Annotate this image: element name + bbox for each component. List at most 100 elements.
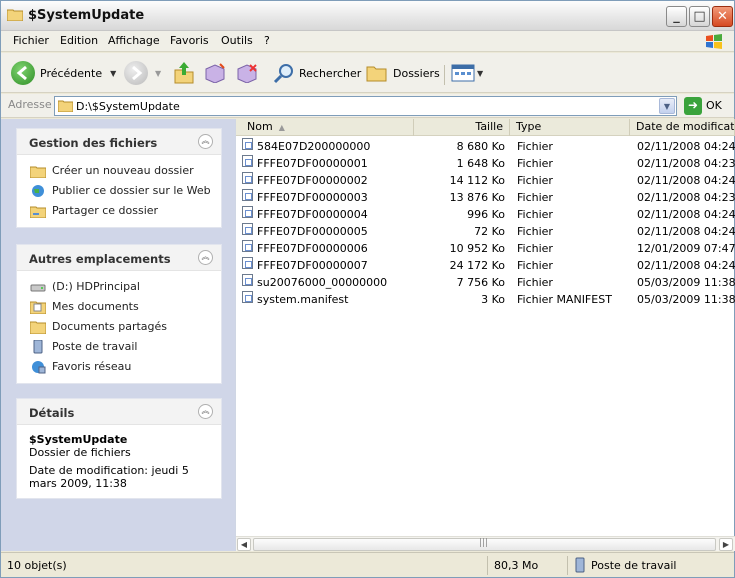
address-label: Adresse — [8, 98, 52, 111]
computer-icon — [575, 557, 585, 573]
file-name: system.manifest — [257, 293, 349, 306]
table-row[interactable]: su20076000_00000000 7 756 Ko Fichier 05/03/… — [236, 274, 735, 291]
file-icon — [242, 189, 253, 201]
table-row[interactable]: FFFE07DF00000003 13 876 Ko Fichier 02/11/20… — [236, 189, 735, 206]
table-row[interactable]: FFFE07DF00000004 996 Ko Fichier 02/11/2008 … — [236, 206, 735, 223]
place-my-computer[interactable]: Poste de travail — [17, 337, 221, 357]
manifest-file-icon — [242, 291, 253, 303]
scroll-right-icon[interactable]: ▶ — [719, 538, 733, 551]
views-dropdown-icon: ▼ — [477, 68, 484, 78]
back-dropdown-icon[interactable]: ▼ — [110, 69, 116, 78]
folders-label: Dossiers — [393, 66, 440, 80]
task-share-folder[interactable]: Partager ce dossier — [17, 201, 221, 221]
other-places-title: Autres emplacements — [29, 252, 171, 266]
hard-drive-icon — [30, 284, 46, 292]
file-tasks-title: Gestion des fichiers — [29, 136, 158, 150]
details-header[interactable]: Détails ︽ — [17, 399, 221, 425]
details-type: Dossier de fichiers — [29, 446, 131, 459]
collapse-chevron-icon[interactable]: ︽ — [198, 134, 213, 149]
folders-button[interactable]: Dossiers — [366, 61, 440, 85]
go-arrow-icon[interactable]: ➜ — [684, 97, 702, 115]
file-size: 1 648 Ko — [456, 157, 505, 170]
file-type: Fichier MANIFEST — [517, 293, 612, 306]
file-size: 3 Ko — [481, 293, 505, 306]
file-name: FFFE07DF00000003 — [257, 191, 368, 204]
file-name: FFFE07DF00000007 — [257, 259, 368, 272]
file-type: Fichier — [517, 276, 553, 289]
table-row[interactable]: system.manifest 3 Ko Fichier MANIFEST 05/03… — [236, 291, 735, 308]
menu-favoris[interactable]: Favoris — [170, 34, 209, 47]
file-type: Fichier — [517, 191, 553, 204]
title-bar[interactable]: $SystemUpdate _ □ ✕ — [1, 1, 734, 31]
scroll-thumb[interactable]: ||| — [253, 538, 716, 551]
task-publish-web[interactable]: Publier ce dossier sur le Web — [17, 181, 221, 201]
maximize-button[interactable]: □ — [689, 6, 710, 27]
file-name: FFFE07DF00000005 — [257, 225, 368, 238]
file-icon — [242, 240, 253, 252]
place-network-favorites[interactable]: Favoris réseau — [17, 357, 221, 377]
details-name: $SystemUpdate — [29, 433, 128, 446]
table-row[interactable]: FFFE07DF00000006 10 952 Ko Fichier 12/01/20… — [236, 240, 735, 257]
place-hd-principal[interactable]: (D:) HDPrincipal — [17, 277, 221, 297]
back-arrow-icon — [11, 61, 35, 85]
globe-icon — [32, 185, 44, 197]
horizontal-scrollbar[interactable]: ◀ ||| ▶ — [236, 536, 735, 551]
address-bar: Adresse D:\$SystemUpdate ▼ ➜ OK — [1, 94, 734, 118]
task-new-folder[interactable]: Créer un nouveau dossier — [17, 161, 221, 181]
minimize-button[interactable]: _ — [666, 6, 687, 27]
forward-button[interactable]: ▼ — [124, 61, 161, 85]
table-row[interactable]: FFFE07DF00000001 1 648 Ko Fichier 02/11/200… — [236, 155, 735, 172]
menu-edition[interactable]: Edition — [60, 34, 98, 47]
file-date: 02/11/2008 04:24 — [637, 208, 735, 221]
up-folder-icon[interactable] — [173, 61, 195, 85]
file-date: 02/11/2008 04:24 — [637, 225, 735, 238]
file-size: 24 172 Ko — [449, 259, 505, 272]
file-size: 10 952 Ko — [449, 242, 505, 255]
menu-fichier[interactable]: Fichier — [13, 34, 49, 47]
toolbar-separator — [444, 65, 445, 85]
file-date: 02/11/2008 04:24 — [637, 174, 735, 187]
close-button[interactable]: ✕ — [712, 6, 733, 27]
file-name: FFFE07DF00000006 — [257, 242, 368, 255]
views-button[interactable]: ▼ — [451, 61, 483, 85]
back-button[interactable]: Précédente ▼ — [11, 61, 116, 85]
new-folder-icon — [30, 166, 46, 178]
file-icon — [242, 172, 253, 184]
file-icon — [242, 206, 253, 218]
column-taille[interactable]: Taille — [414, 119, 510, 136]
place-shared-documents[interactable]: Documents partagés — [17, 317, 221, 337]
task-label: Partager ce dossier — [52, 204, 159, 217]
menu-help[interactable]: ? — [264, 34, 270, 47]
status-bar: 10 objet(s) 80,3 Mo Poste de travail — [1, 552, 734, 577]
place-my-documents[interactable]: Mes documents — [17, 297, 221, 317]
toolbar: Précédente ▼ ▼ Rechercher Dossiers ▼ — [1, 53, 734, 93]
table-row[interactable]: 584E07D200000000 8 680 Ko Fichier 02/11/200… — [236, 138, 735, 155]
menu-outils[interactable]: Outils — [221, 34, 253, 47]
scroll-left-icon[interactable]: ◀ — [237, 538, 251, 551]
place-label: Documents partagés — [52, 320, 167, 333]
table-row[interactable]: FFFE07DF00000005 72 Ko Fichier 02/11/2008 0… — [236, 223, 735, 240]
address-dropdown-button[interactable]: ▼ — [659, 98, 675, 114]
column-type[interactable]: Type — [510, 119, 630, 136]
move-to-icon[interactable] — [204, 63, 226, 83]
address-input[interactable]: D:\$SystemUpdate ▼ — [54, 96, 677, 116]
file-size: 72 Ko — [474, 225, 505, 238]
file-name: FFFE07DF00000002 — [257, 174, 368, 187]
file-size: 996 Ko — [467, 208, 505, 221]
collapse-chevron-icon[interactable]: ︽ — [198, 250, 213, 265]
column-nom[interactable]: Nom ▲ — [236, 119, 414, 136]
table-row[interactable]: FFFE07DF00000007 24 172 Ko Fichier 02/11/20… — [236, 257, 735, 274]
collapse-chevron-icon[interactable]: ︽ — [198, 404, 213, 419]
table-row[interactable]: FFFE07DF00000002 14 112 Ko Fichier 02/11/20… — [236, 172, 735, 189]
search-button[interactable]: Rechercher — [273, 61, 361, 85]
file-tasks-header[interactable]: Gestion des fichiers ︽ — [17, 129, 221, 155]
file-icon — [242, 138, 253, 150]
menu-affichage[interactable]: Affichage — [108, 34, 160, 47]
delete-icon[interactable] — [236, 63, 258, 83]
column-date[interactable]: Date de modification — [630, 119, 735, 136]
file-date: 05/03/2009 11:38 — [637, 293, 735, 306]
folder-icon — [7, 9, 23, 21]
other-places-header[interactable]: Autres emplacements ︽ — [17, 245, 221, 271]
go-button[interactable]: OK — [706, 99, 722, 112]
forward-dropdown-icon[interactable]: ▼ — [155, 69, 161, 78]
